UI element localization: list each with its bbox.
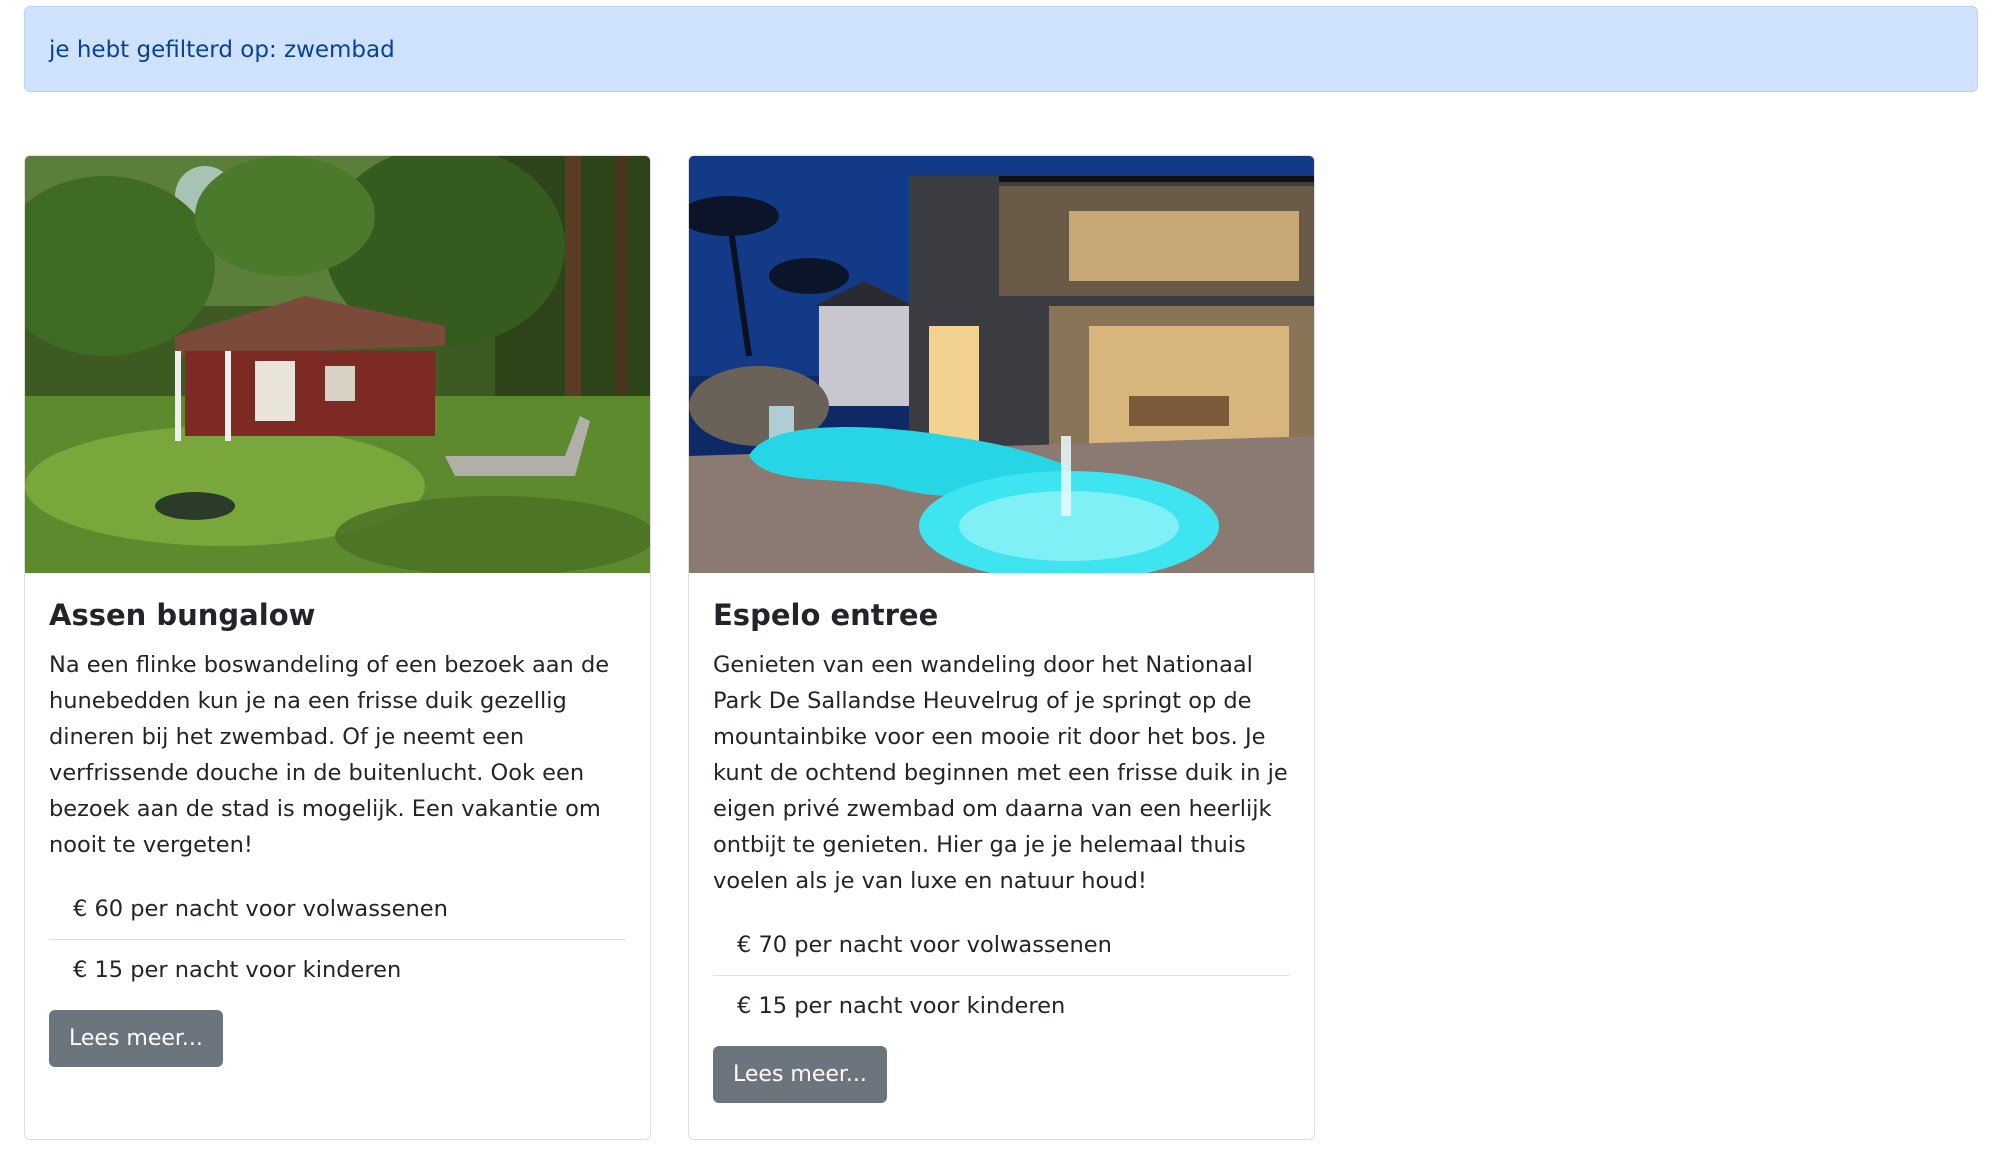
listing-card-espelo: Espelo entree Genieten van een wandeling… <box>688 155 1315 1140</box>
listing-description: Na een flinke boswandeling of een bezoek… <box>49 652 610 858</box>
listing-image-espelo <box>689 156 1314 573</box>
price-adults: € 70 per nacht voor volwassenen <box>737 932 1112 958</box>
listing-description: Genieten van een wandeling door het Nati… <box>713 652 1288 894</box>
price-children: € 15 per nacht voor kinderen <box>713 975 1290 1036</box>
price-children: € 15 per nacht voor kinderen <box>49 939 626 1000</box>
read-more-button[interactable]: Lees meer... <box>713 1046 887 1103</box>
price-adults: € 60 per nacht voor volwassenen <box>73 896 448 922</box>
listing-image-assen <box>25 156 650 573</box>
listing-title: Espelo entree <box>713 598 939 632</box>
card-body: Espelo entree Genieten van een wandeling… <box>689 573 1314 1127</box>
filter-alert: je hebt gefilterd op: zwembad <box>24 6 1978 92</box>
listing-title: Assen bungalow <box>49 598 316 632</box>
read-more-button[interactable]: Lees meer... <box>49 1010 223 1067</box>
listing-card-assen: Assen bungalow Na een flinke boswandelin… <box>24 155 651 1140</box>
price-list: € 70 per nacht voor volwassenen € 15 per… <box>713 915 1290 1036</box>
card-body: Assen bungalow Na een flinke boswandelin… <box>25 573 650 1091</box>
price-list: € 60 per nacht voor volwassenen € 15 per… <box>49 879 626 1000</box>
filter-alert-text: je hebt gefilterd op: zwembad <box>49 37 395 63</box>
